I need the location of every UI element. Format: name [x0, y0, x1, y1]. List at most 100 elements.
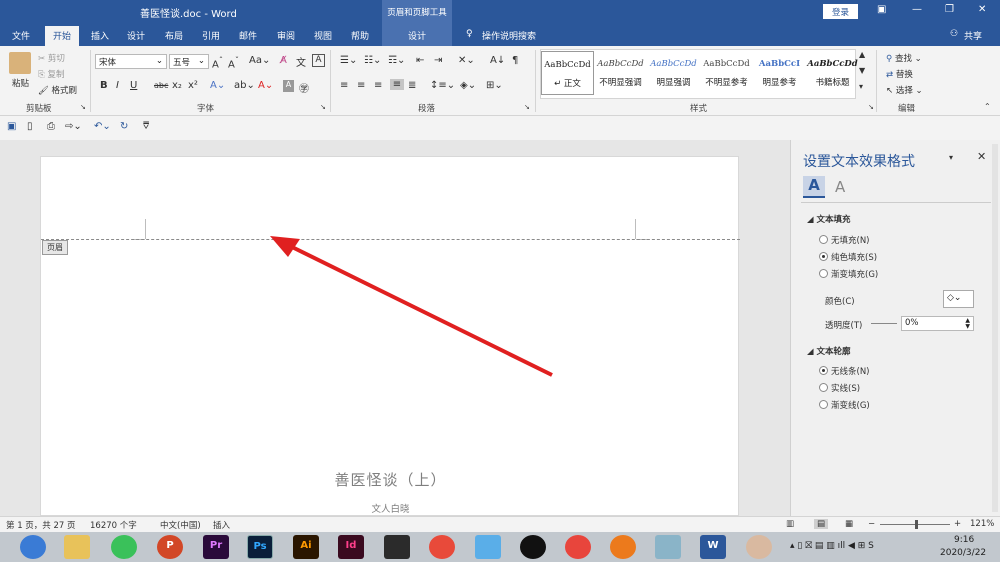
customize-qat-icon[interactable]: ⩢ [143, 121, 149, 132]
shading-icon[interactable]: ◈⌄ [460, 80, 476, 91]
open-icon[interactable]: ⇨⌄ [65, 121, 82, 132]
new-document-icon[interactable]: ▯ [27, 121, 33, 132]
borders-icon[interactable]: ⊞⌄ [486, 80, 503, 91]
radio-solid-line[interactable]: 实线(S) [819, 382, 860, 394]
print-preview-icon[interactable]: ⎙ [47, 121, 55, 132]
ribbon-display-icon[interactable]: ▣ [877, 4, 886, 15]
save-icon[interactable]: ▣ [7, 121, 16, 132]
find-button[interactable]: ⚲ 查找 ⌄ [886, 52, 922, 64]
language-status[interactable]: 中文(中国) [160, 519, 201, 531]
style-normal[interactable]: AaBbCcDd ↵ 正文 [541, 51, 594, 95]
char-border-icon[interactable]: A [312, 54, 325, 67]
sort-icon[interactable]: A↓ [490, 55, 505, 66]
insert-mode[interactable]: 插入 [213, 519, 230, 531]
text-outline-section[interactable]: ◢ 文本轮廓 [807, 345, 851, 357]
radio-no-line[interactable]: 无线条(N) [819, 365, 870, 377]
file-explorer-icon[interactable] [64, 535, 90, 559]
gallery-down-icon[interactable]: ▼ [859, 66, 865, 75]
asian-layout-icon[interactable]: ✕⌄ [458, 55, 475, 66]
tab-header-design[interactable]: 设计 [382, 25, 452, 46]
style-subtle-emphasis[interactable]: AaBbCcDd 不明显强调 [594, 51, 647, 95]
qq-icon[interactable] [520, 535, 546, 559]
decrease-indent-icon[interactable]: ⇤ [416, 55, 424, 66]
web-layout-icon[interactable]: ▦ [845, 519, 853, 529]
print-layout-icon[interactable]: ▤ [814, 519, 829, 529]
gallery-up-icon[interactable]: ▲ [859, 50, 865, 59]
pane-options-icon[interactable]: ▾ [949, 153, 953, 162]
font-color-icon[interactable]: A⌄ [258, 80, 273, 91]
grow-font-icon[interactable]: Aˆ [212, 55, 223, 70]
tab-insert[interactable]: 插入 [91, 29, 109, 42]
zoom-thumb[interactable] [915, 520, 918, 529]
text-fill-section[interactable]: ◢ 文本填充 [807, 213, 851, 225]
phonetic-guide-icon[interactable]: 文 [296, 54, 306, 69]
collapse-ribbon-icon[interactable]: ⌃ [984, 102, 991, 111]
tab-help[interactable]: 帮助 [351, 29, 369, 42]
replace-button[interactable]: ⇄ 替换 [886, 68, 913, 80]
word-count[interactable]: 16270 个字 [90, 519, 137, 531]
tab-review[interactable]: 审阅 [277, 29, 295, 42]
align-left-icon[interactable]: ≡ [340, 80, 348, 91]
zoom-level[interactable]: 121% [970, 519, 994, 529]
color-picker-button[interactable]: ◇⌄ [943, 290, 974, 308]
minimize-icon[interactable]: — [912, 4, 922, 15]
enclose-char-icon[interactable]: ㊫ [299, 80, 309, 95]
tell-me-search[interactable]: 操作说明搜索 [482, 29, 536, 42]
italic-icon[interactable]: I [116, 80, 119, 91]
photoshop-icon[interactable]: Ps [247, 535, 273, 559]
justify-icon[interactable]: ≡ [390, 79, 404, 90]
zoom-in-icon[interactable]: + [954, 519, 961, 529]
app-icon[interactable] [610, 535, 636, 559]
tab-references[interactable]: 引用 [202, 29, 220, 42]
video-editor-icon[interactable] [384, 535, 410, 559]
style-subtle-reference[interactable]: AaBbCcDd 不明显参考 [700, 51, 753, 95]
read-mode-icon[interactable]: ▥ [786, 519, 794, 529]
strikethrough-icon[interactable]: abc [154, 81, 168, 90]
page-count[interactable]: 第 1 页，共 27 页 [6, 519, 76, 531]
app-icon[interactable] [475, 535, 501, 559]
close-pane-icon[interactable]: ✕ [977, 150, 986, 163]
tab-home[interactable]: 开始 [45, 26, 80, 46]
styles-launcher-icon[interactable]: ↘ [868, 103, 874, 111]
word-icon[interactable]: W [700, 535, 726, 559]
cut-button[interactable]: ✂ 剪切 [38, 52, 65, 64]
chrome-icon[interactable] [565, 535, 591, 559]
shrink-font-icon[interactable]: Aˇ [228, 55, 239, 70]
superscript-icon[interactable]: x² [188, 80, 198, 91]
font-name-select[interactable]: 宋体 ⌄ [95, 54, 167, 69]
select-button[interactable]: ↖ 选择 ⌄ [886, 84, 923, 96]
restore-icon[interactable]: ❐ [945, 4, 954, 15]
login-button[interactable]: 登录 [823, 4, 858, 19]
clipboard-launcher-icon[interactable]: ↘ [80, 103, 86, 111]
tab-design[interactable]: 设计 [127, 29, 145, 42]
wechat-icon[interactable] [111, 535, 137, 559]
change-case-icon[interactable]: Aa⌄ [249, 55, 270, 66]
radio-solid-fill[interactable]: 纯色填充(S) [819, 251, 877, 263]
spinner-icon[interactable]: ▲ ▼ [965, 318, 970, 330]
share-button[interactable]: 共享 [964, 29, 982, 42]
undo-icon[interactable]: ↶⌄ [94, 121, 111, 132]
style-intense-emphasis[interactable]: AaBbCcDd 明显强调 [647, 51, 700, 95]
powerpoint-icon[interactable]: P [157, 535, 183, 559]
radio-gradient-fill[interactable]: 渐变填充(G) [819, 268, 878, 280]
show-marks-icon[interactable]: ¶ [512, 55, 518, 66]
text-effects-tab-icon[interactable]: A [835, 178, 845, 196]
paragraph-launcher-icon[interactable]: ↘ [524, 103, 530, 111]
highlight-icon[interactable]: ab⌄ [234, 80, 255, 91]
underline-icon[interactable]: U [130, 80, 137, 91]
format-painter-button[interactable]: 🖌 格式刷 [38, 84, 77, 96]
align-center-icon[interactable]: ≡ [357, 80, 365, 91]
clock-date[interactable]: 2020/3/22 [940, 548, 986, 558]
zoom-out-icon[interactable]: − [868, 519, 875, 529]
clock-time[interactable]: 9:16 [954, 535, 974, 545]
tray-icons[interactable]: ▴ ▯ ⛝ ▤ ▥ ıll ◀ ⊞ S [790, 541, 874, 551]
app-icon[interactable] [429, 535, 455, 559]
numbering-icon[interactable]: ☷⌄ [364, 55, 381, 66]
avatar[interactable] [746, 535, 772, 559]
style-book-title[interactable]: AaBbCcDd 书籍标题 [806, 51, 859, 95]
indesign-icon[interactable]: Id [338, 535, 364, 559]
app-icon[interactable] [655, 535, 681, 559]
bold-icon[interactable]: B [100, 80, 108, 91]
premiere-icon[interactable]: Pr [203, 535, 229, 559]
multilevel-list-icon[interactable]: ☶⌄ [388, 55, 405, 66]
